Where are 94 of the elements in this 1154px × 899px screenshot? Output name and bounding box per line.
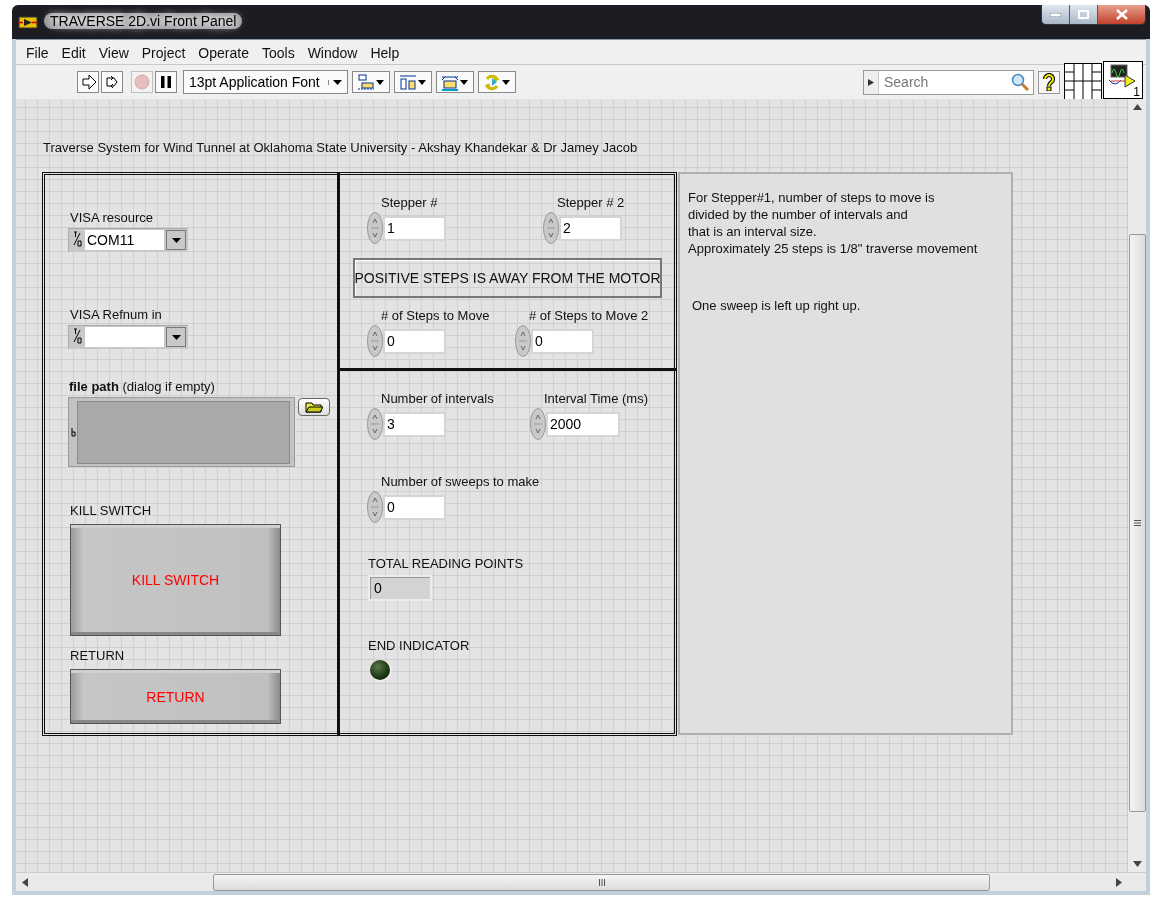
arrow-icon (80, 74, 96, 90)
vi-icon-number: 1 (1133, 86, 1140, 98)
control-label: VISA Refnum in (69, 307, 162, 324)
maximize-icon (1078, 10, 1089, 19)
maximize-button[interactable] (1069, 5, 1097, 24)
menu-item[interactable]: File (20, 43, 56, 61)
numeric-field[interactable]: 0 (383, 328, 446, 354)
align-icon (357, 73, 376, 91)
vi-icon[interactable]: 1 (1103, 61, 1143, 99)
connector-pane-icon[interactable] (1064, 63, 1102, 100)
numeric-field[interactable]: 3 (383, 411, 446, 437)
run-continuously-button[interactable] (101, 71, 123, 93)
question-mark-icon (1043, 73, 1055, 91)
numeric-field[interactable]: 0 (531, 328, 594, 354)
note-text: One sweep is left up right up. (692, 297, 862, 314)
font-dropdown[interactable]: 13pt Application Font (183, 70, 348, 94)
menu-item[interactable]: View (92, 43, 136, 61)
scrollbar-thumb[interactable] (1129, 234, 1146, 812)
reorder-button[interactable] (477, 71, 516, 93)
panel-heading: Traverse System for Wind Tunnel at Oklahoma State University - Akshay Khandekar & Dr Jamey Jacob (43, 140, 638, 155)
app-icon (18, 15, 38, 29)
caret-icon (171, 334, 181, 340)
led-indicator[interactable] (370, 660, 390, 680)
io-icon (71, 328, 82, 344)
close-button[interactable] (1097, 5, 1145, 24)
control-label: RETURN (70, 648, 125, 665)
close-icon (1115, 9, 1128, 20)
minimize-icon (1050, 12, 1061, 17)
path-field[interactable] (68, 397, 295, 467)
caret-icon (333, 79, 343, 85)
reorder-icon (483, 73, 502, 91)
stop-icon (134, 74, 150, 90)
control-label: Interval Time (ms) (543, 391, 648, 408)
scroll-down-icon[interactable] (1132, 861, 1142, 867)
run-button[interactable] (77, 71, 99, 93)
menu-item[interactable]: Tools (255, 43, 302, 61)
control-label: TOTAL READING POINTS (368, 556, 524, 573)
scroll-up-icon[interactable] (1132, 104, 1142, 110)
caret-icon (376, 79, 385, 85)
control-label: Number of sweeps to make (380, 474, 540, 491)
menu-item[interactable]: Operate (192, 43, 256, 61)
control-label: VISA resource (69, 210, 154, 227)
control-label: file path (dialog if empty) (68, 379, 215, 396)
io-icon (71, 231, 82, 247)
help-button[interactable] (1038, 70, 1060, 94)
increment-decrement-buttons[interactable] (530, 408, 546, 440)
visa-resource-dropdown[interactable]: COM11 (68, 228, 188, 252)
scrollbar-thumb[interactable] (213, 874, 990, 891)
control-label: Stepper # 2 (556, 195, 625, 212)
numeric-indicator: 0 (368, 575, 432, 601)
control-label: # of Steps to Move (380, 308, 490, 325)
increment-decrement-buttons[interactable] (367, 212, 383, 244)
browse-button[interactable] (298, 398, 330, 416)
increment-decrement-buttons[interactable] (367, 325, 383, 357)
menu-item[interactable]: Edit (55, 43, 93, 61)
folder-icon (305, 401, 323, 413)
triangle-icon (868, 78, 874, 86)
numeric-field[interactable]: 1 (383, 215, 446, 241)
control-label: Stepper # (380, 195, 438, 212)
caret-icon (502, 79, 511, 85)
increment-decrement-buttons[interactable] (367, 491, 383, 523)
pause-icon (158, 74, 174, 90)
increment-decrement-buttons[interactable] (543, 212, 559, 244)
visa-resource-dropdown[interactable] (68, 325, 188, 349)
resize-button[interactable] (435, 71, 474, 93)
menu-item[interactable]: Window (301, 43, 365, 61)
numeric-field[interactable]: 0 (383, 494, 446, 520)
distribute-icon (399, 73, 418, 91)
numeric-field[interactable]: 2 (559, 215, 622, 241)
notice-label: POSITIVE STEPS IS AWAY FROM THE MOTOR (353, 258, 662, 298)
caret-icon (460, 79, 469, 85)
loop-arrow-icon (104, 74, 120, 90)
grip-icon (598, 879, 605, 886)
align-button[interactable] (351, 71, 390, 93)
search-icon (1011, 72, 1029, 91)
control-label: # of Steps to Move 2 (528, 308, 649, 325)
grip-icon (1134, 520, 1141, 526)
caret-icon (171, 237, 181, 243)
control-label: KILL SWITCH (70, 503, 152, 520)
scroll-right-icon[interactable] (1116, 877, 1122, 887)
distribute-button[interactable] (393, 71, 432, 93)
resize-icon (441, 73, 460, 91)
menu-item[interactable]: Project (135, 43, 193, 61)
menu-item[interactable]: Help (364, 43, 407, 61)
caret-icon (418, 79, 427, 85)
numeric-field[interactable]: 2000 (546, 411, 620, 437)
path-icon (71, 427, 76, 437)
control-label: Number of intervals (380, 391, 494, 408)
increment-decrement-buttons[interactable] (515, 325, 531, 357)
control-label: END INDICATOR (368, 638, 470, 655)
pause-button[interactable] (155, 71, 177, 93)
note-text: For Stepper#1, number of steps to move is divided by the number of intervals and that is an interval size. Approximately 25 steps is 1/8" traverse movement (688, 189, 979, 257)
scroll-left-icon[interactable] (22, 877, 28, 887)
increment-decrement-buttons[interactable] (367, 408, 383, 440)
